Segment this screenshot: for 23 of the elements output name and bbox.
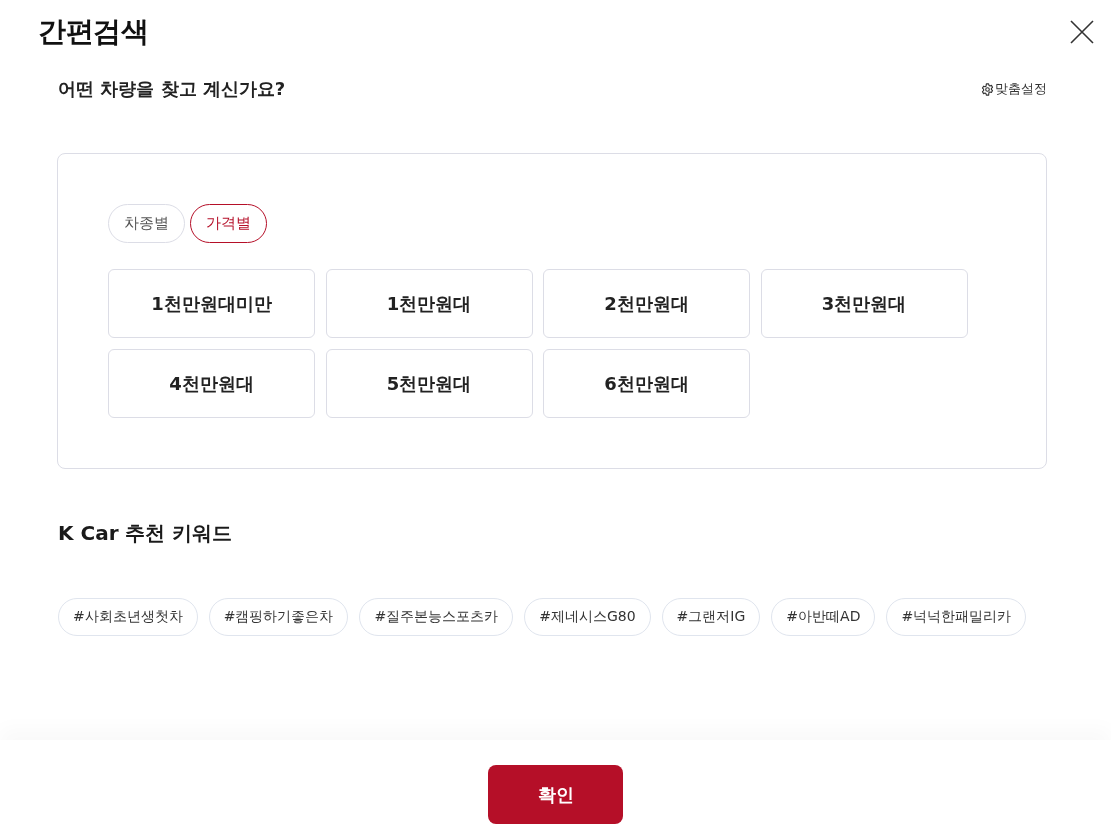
confirm-button[interactable]: 확인 xyxy=(488,765,623,824)
price-option[interactable]: 6천만원대 xyxy=(543,349,750,418)
keywords-heading: K Car 추천 키워드 xyxy=(58,520,234,547)
filter-tab[interactable]: 차종별 xyxy=(108,204,185,243)
keyword-chip[interactable]: #제네시스G80 xyxy=(524,598,651,636)
price-option[interactable]: 3천만원대 xyxy=(760,269,968,338)
keyword-chip[interactable]: #그랜저IG xyxy=(661,598,761,636)
settings-link[interactable]: 맞춤설정 xyxy=(981,80,1047,98)
dialog-title: 간편검색 xyxy=(38,14,148,50)
price-option[interactable]: 5천만원대 xyxy=(325,349,533,418)
keyword-chip[interactable]: #사회초년생첫차 xyxy=(58,598,198,636)
price-option[interactable]: 1천만원대 xyxy=(325,269,533,338)
price-option[interactable]: 4천만원대 xyxy=(108,349,315,418)
keyword-chip[interactable]: #넉넉한패밀리카 xyxy=(886,598,1027,636)
price-option[interactable]: 2천만원대 xyxy=(543,269,750,338)
close-icon[interactable] xyxy=(1070,20,1094,44)
keyword-chip[interactable]: #캠핑하기좋은차 xyxy=(208,598,349,636)
settings-icon xyxy=(981,82,994,96)
filter-tab[interactable]: 가격별 xyxy=(190,204,267,243)
question-heading: 어떤 차량을 찾고 계신가요? xyxy=(58,77,286,101)
price-option[interactable]: 1천만원대미만 xyxy=(108,269,315,338)
keyword-chip[interactable]: #아반떼AD xyxy=(771,598,876,636)
keyword-chip[interactable]: #질주본능스포츠카 xyxy=(359,598,514,636)
